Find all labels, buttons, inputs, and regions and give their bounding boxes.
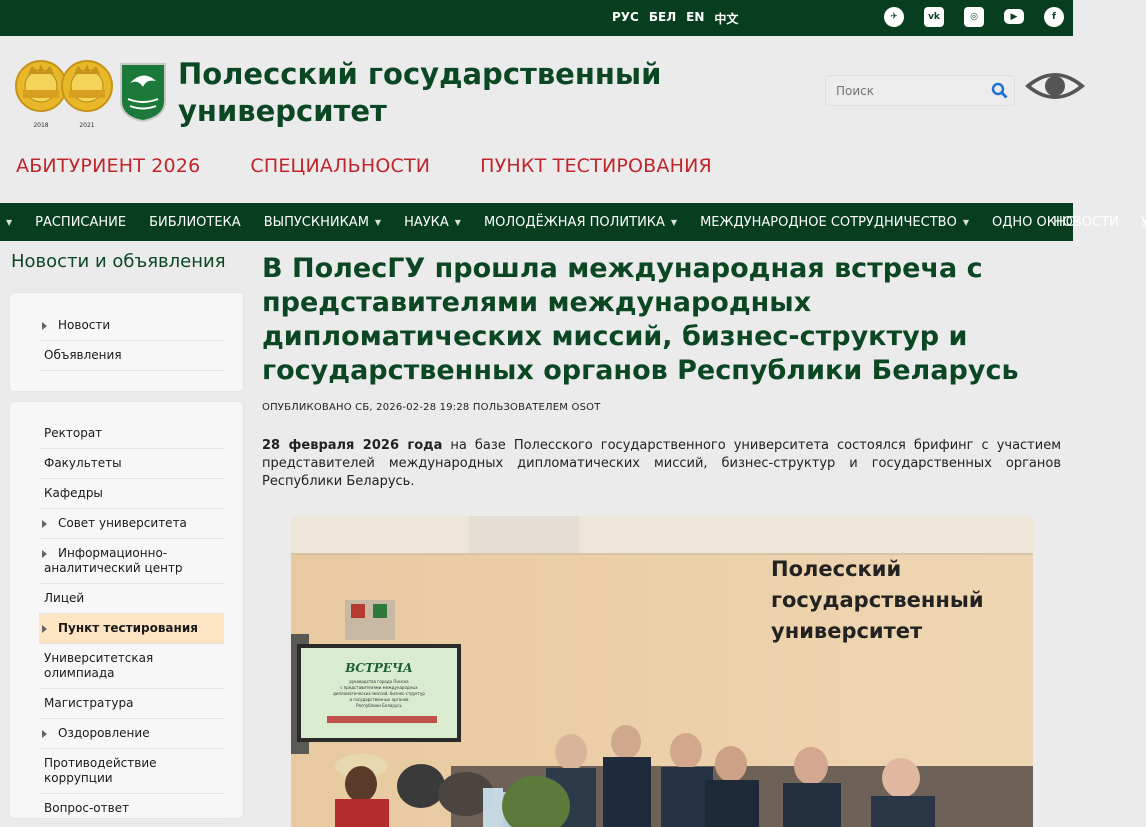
- sidebar-item-label: аналитический центр: [44, 561, 183, 575]
- nav-item-schedule[interactable]: РАСПИСАНИЕ: [35, 215, 126, 230]
- quick-link-specialties[interactable]: СПЕЦИАЛЬНОСТИ: [250, 155, 430, 177]
- sidebar-item-departments[interactable]: Кафедры: [39, 479, 224, 509]
- sidebar-item-label: Информационно-: [58, 546, 168, 560]
- language-switcher: РУС БЕЛ EN 中文: [612, 10, 738, 27]
- nav-item-library[interactable]: БИБЛИОТЕКА: [149, 215, 241, 230]
- sidebar-news-menu: Новости Объявления: [10, 293, 243, 391]
- nav-item-news[interactable]: НОВОСТИ: [1053, 203, 1119, 241]
- photo-screen-line: с представителями международных: [340, 685, 418, 690]
- sidebar-main-menu: Ректорат Факультеты Кафедры Совет универ…: [10, 402, 243, 824]
- badge-year: 2021: [79, 122, 95, 129]
- lang-zh[interactable]: 中文: [714, 10, 738, 27]
- vk-icon[interactable]: vk: [924, 7, 944, 27]
- search-input[interactable]: [834, 83, 988, 99]
- sidebar-item-health[interactable]: Оздоровление: [39, 719, 224, 749]
- article-title: В ПолесГУ прошла международная встреча с…: [262, 253, 1019, 386]
- photo-screen-line: Республики Беларусь: [356, 703, 402, 708]
- photo-screen-line: и государственных органов: [349, 697, 409, 702]
- sidebar-item-testing-center[interactable]: Пункт тестирования: [39, 614, 224, 644]
- nav-item-label: БИБЛИОТЕКА: [149, 214, 241, 230]
- search-icon[interactable]: [991, 82, 1009, 100]
- article-lead-date: 28 февраля 2026 года: [262, 438, 443, 453]
- sidebar-item-anti-corruption[interactable]: Противодействие коррупции: [39, 749, 224, 794]
- nav-item-graduates[interactable]: ВЫПУСКНИКАМ ▼: [264, 215, 381, 230]
- photo-wall-sign: государственный: [771, 588, 984, 612]
- caret-down-icon: ▼: [670, 217, 678, 227]
- photo-screen-line: дипломатических миссий, бизнес-структур: [333, 691, 425, 696]
- site-title-line: университет: [178, 94, 387, 128]
- university-crest-icon[interactable]: [118, 61, 168, 123]
- caret-down-icon: ▼: [5, 217, 13, 227]
- sidebar-item-info-center[interactable]: Информационно- аналитический центр: [39, 539, 224, 584]
- quality-badge-icon: [61, 60, 113, 112]
- quick-links: АБИТУРИЕНТ 2026 СПЕЦИАЛЬНОСТИ ПУНКТ ТЕСТ…: [16, 155, 712, 177]
- lang-en[interactable]: EN: [686, 10, 704, 27]
- nav-item-label: МОЛОДЁЖНАЯ ПОЛИТИКА: [483, 214, 665, 230]
- nav-item-label: ВЫПУСКНИКАМ: [263, 214, 369, 230]
- site-title[interactable]: Полесский государственный университет: [178, 56, 698, 130]
- facebook-icon[interactable]: f: [1044, 7, 1064, 27]
- meeting-photo-image: ВСТРЕЧА руководства города Пинска с пред…: [291, 516, 1033, 827]
- youtube-icon[interactable]: ▶: [1004, 9, 1024, 24]
- nav-item-international[interactable]: МЕЖДУНАРОДНОЕ СОТРУДНИЧЕСТВО ▼: [700, 215, 969, 230]
- sidebar-item-rectorate[interactable]: Ректорат: [39, 419, 224, 449]
- top-bar: РУС БЕЛ EN 中文 ✈ vk ◎ ▶ f: [0, 0, 1073, 36]
- nav-item-overflow[interactable]: У: [1141, 203, 1146, 241]
- nav-item-science[interactable]: НАУКА ▼: [404, 215, 461, 230]
- sidebar-title: Новости и объявления: [11, 251, 226, 272]
- lang-be[interactable]: БЕЛ: [649, 10, 676, 27]
- nav-item-label: РАСПИСАНИЕ: [35, 214, 127, 230]
- caret-down-icon: ▼: [962, 217, 969, 227]
- sidebar-item-faq[interactable]: Вопрос-ответ: [39, 794, 224, 824]
- photo-wall-sign: университет: [771, 619, 923, 643]
- instagram-icon[interactable]: ◎: [964, 7, 984, 27]
- sidebar-item-lyceum[interactable]: Лицей: [39, 584, 224, 614]
- sidebar-item-news[interactable]: Новости: [39, 311, 224, 341]
- eye-icon[interactable]: [1022, 66, 1088, 106]
- nav-item-youth-policy[interactable]: МОЛОДЁЖНАЯ ПОЛИТИКА ▼: [484, 215, 677, 230]
- nav-item-label: НАУКА: [404, 214, 449, 230]
- article-byline: ОПУБЛИКОВАНО СБ, 2026-02-28 19:28 ПОЛЬЗО…: [262, 402, 601, 413]
- sidebar-item-masters[interactable]: Магистратура: [39, 689, 224, 719]
- site-header: 2018 2021 Полесский государственный унив…: [0, 36, 1100, 146]
- caret-down-icon: ▼: [454, 217, 461, 227]
- site-title-line: Полесский государственный: [178, 57, 662, 91]
- main-navigation: Т▼ РАСПИСАНИЕ БИБЛИОТЕКА ВЫПУСКНИКАМ ▼ НА…: [0, 203, 1073, 241]
- sidebar-item-university-council[interactable]: Совет университета: [39, 509, 224, 539]
- telegram-icon[interactable]: ✈: [884, 7, 904, 27]
- photo-screen-title: ВСТРЕЧА: [344, 661, 413, 675]
- nav-item-label: МЕЖДУНАРОДНОЕ СОТРУДНИЧЕСТВО: [700, 214, 957, 230]
- sidebar-item-faculties[interactable]: Факультеты: [39, 449, 224, 479]
- sidebar-item-olympiad[interactable]: Университетская олимпиада: [39, 644, 224, 689]
- photo-screen-line: руководства города Пинска: [349, 679, 409, 684]
- caret-down-icon: ▼: [374, 217, 382, 227]
- article-photo[interactable]: ВСТРЕЧА руководства города Пинска с пред…: [291, 516, 1033, 827]
- social-links: ✈ vk ◎ ▶ f: [884, 7, 1064, 27]
- article-lead: 28 февраля 2026 года на базе Полесского …: [262, 437, 1061, 491]
- search-box: [825, 75, 1015, 106]
- photo-wall-sign: Полесский: [771, 557, 901, 581]
- quick-link-testing-center[interactable]: ПУНКТ ТЕСТИРОВАНИЯ: [480, 155, 712, 177]
- nav-item[interactable]: Т▼: [0, 215, 12, 230]
- lang-ru[interactable]: РУС: [612, 10, 639, 27]
- sidebar-item-announcements[interactable]: Объявления: [39, 341, 224, 371]
- quick-link-applicant[interactable]: АБИТУРИЕНТ 2026: [16, 155, 200, 177]
